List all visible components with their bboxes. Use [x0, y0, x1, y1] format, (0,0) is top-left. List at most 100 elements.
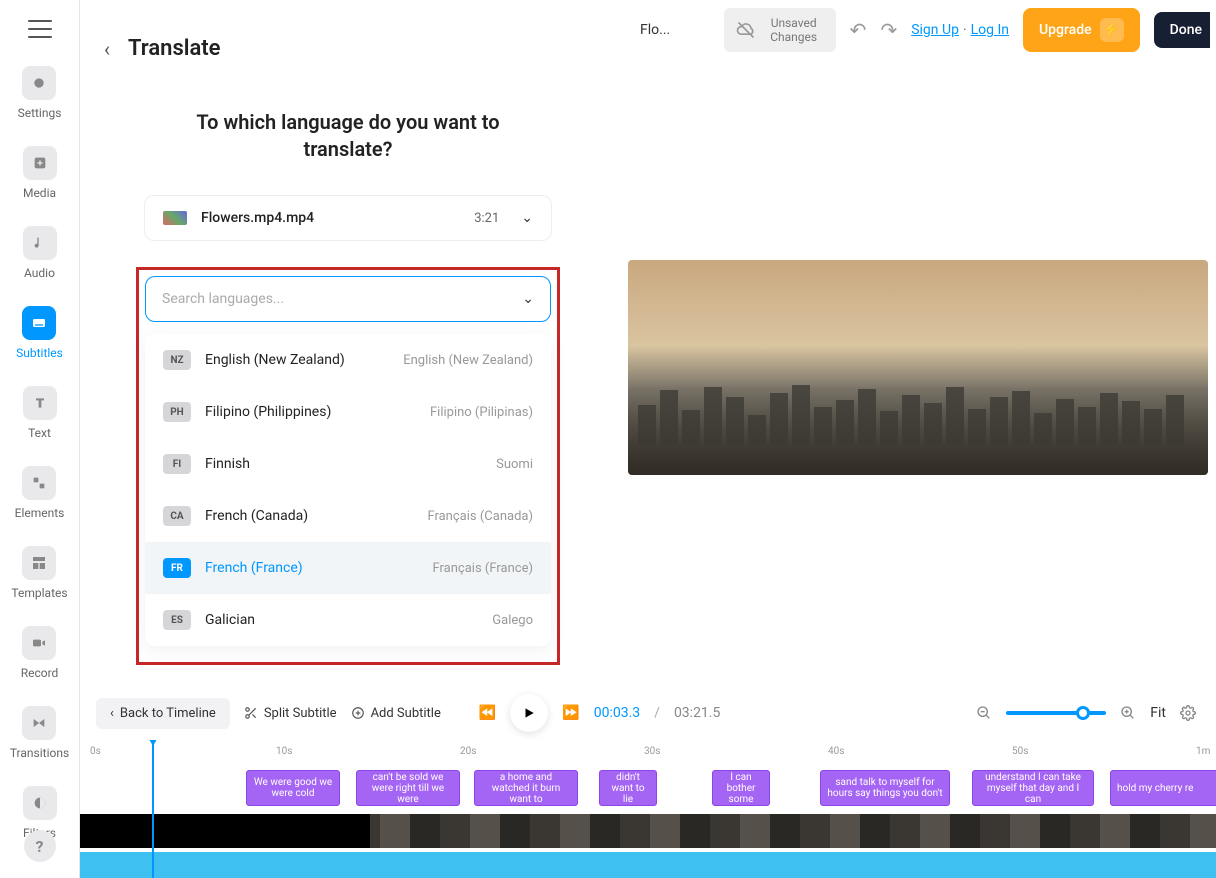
- video-track[interactable]: [80, 814, 1216, 848]
- bolt-icon: ⚡: [1100, 18, 1124, 42]
- language-option-selected[interactable]: FR French (France) Français (France): [145, 542, 551, 594]
- language-option[interactable]: PH Filipino (Philippines) Filipino (Pili…: [145, 386, 551, 438]
- sidebar-label: Text: [28, 426, 51, 440]
- elements-icon: [22, 466, 56, 500]
- fit-button[interactable]: Fit: [1150, 705, 1166, 721]
- sidebar-item-settings[interactable]: Settings: [18, 66, 62, 120]
- settings-gear-icon[interactable]: [1180, 705, 1196, 721]
- transitions-icon: [22, 706, 56, 740]
- language-option[interactable]: NZ English (New Zealand) English (New Ze…: [145, 334, 551, 386]
- ruler-tick: 30s: [644, 746, 660, 757]
- language-native: Filipino (Pilipinas): [430, 405, 533, 420]
- subtitle-clip[interactable]: sand talk to myself for hours say things…: [820, 770, 950, 806]
- auth-links: Sign Up·Log In: [911, 22, 1009, 38]
- timeline[interactable]: 0s 10s 20s 30s 40s 50s 1m We were good w…: [80, 740, 1216, 878]
- split-subtitle-button[interactable]: Split Subtitle: [244, 706, 337, 721]
- subtitle-clip[interactable]: understand I can take myself that day an…: [972, 770, 1094, 806]
- back-to-timeline-button[interactable]: ‹Back to Timeline: [96, 698, 230, 729]
- language-name: Finnish: [205, 456, 496, 472]
- subtitle-clip[interactable]: We were good we were cold: [246, 770, 340, 806]
- upgrade-label: Upgrade: [1039, 22, 1092, 38]
- settings-icon: [22, 66, 56, 100]
- language-option[interactable]: ES Galician Galego: [145, 594, 551, 646]
- country-badge: CA: [163, 506, 191, 526]
- sidebar-item-record[interactable]: Record: [21, 626, 59, 680]
- text-icon: [23, 386, 57, 420]
- signup-link[interactable]: Sign Up: [911, 22, 959, 38]
- playhead[interactable]: [152, 740, 154, 878]
- total-time: 03:21.5: [674, 705, 720, 721]
- language-option[interactable]: CA French (Canada) Français (Canada): [145, 490, 551, 542]
- language-native: Français (Canada): [427, 509, 533, 524]
- save-status: Unsaved Changes: [724, 8, 836, 53]
- audio-icon: [23, 226, 57, 260]
- subtitle-track[interactable]: We were good we were cold can't be sold w…: [80, 770, 1216, 808]
- language-name: English (New Zealand): [205, 352, 403, 368]
- help-button[interactable]: ?: [24, 830, 56, 862]
- add-subtitle-button[interactable]: Add Subtitle: [351, 706, 441, 721]
- language-native: Suomi: [496, 457, 533, 472]
- forward-button[interactable]: ⏩: [562, 705, 579, 721]
- hamburger-icon[interactable]: [28, 20, 52, 38]
- file-thumbnail: [163, 211, 187, 225]
- login-link[interactable]: Log In: [971, 22, 1009, 38]
- sidebar-label: Settings: [18, 106, 62, 120]
- language-native: English (New Zealand): [403, 353, 533, 368]
- undo-button[interactable]: ↶: [850, 18, 867, 42]
- project-name[interactable]: Flo...: [640, 22, 670, 38]
- panel-title: Translate: [128, 36, 221, 61]
- sidebar-label: Templates: [11, 586, 67, 600]
- translate-panel: ‹ Translate To which language do you wan…: [80, 0, 616, 682]
- search-input[interactable]: [162, 291, 522, 307]
- record-icon: [22, 626, 56, 660]
- back-icon[interactable]: ‹: [104, 37, 110, 61]
- language-option[interactable]: FI Finnish Suomi: [145, 438, 551, 490]
- sidebar-item-templates[interactable]: Templates: [11, 546, 67, 600]
- upgrade-button[interactable]: Upgrade ⚡: [1023, 8, 1140, 52]
- file-selector[interactable]: Flowers.mp4.mp4 3:21 ⌄: [144, 195, 552, 241]
- language-name: French (Canada): [205, 508, 427, 524]
- zoom-slider[interactable]: [1006, 711, 1106, 715]
- subtitle-clip[interactable]: didn't want to lie: [599, 770, 657, 806]
- language-name: Filipino (Philippines): [205, 404, 430, 420]
- zoom-in-button[interactable]: [1120, 705, 1136, 721]
- top-bar: Flo... Unsaved Changes ↶ ↷ Sign Up·Log I…: [616, 0, 1216, 60]
- file-name: Flowers.mp4.mp4: [201, 210, 460, 226]
- sidebar-label: Transitions: [10, 746, 69, 760]
- country-badge: FI: [163, 454, 191, 474]
- file-duration: 3:21: [474, 211, 499, 226]
- sidebar-label: Record: [21, 666, 59, 680]
- subtitle-clip[interactable]: can't be sold we were right till we were: [356, 770, 460, 806]
- sidebar-item-subtitles[interactable]: Subtitles: [16, 306, 63, 360]
- time-separator: /: [654, 705, 660, 721]
- language-native: Galego: [492, 613, 533, 628]
- sidebar-item-text[interactable]: Text: [23, 386, 57, 440]
- redo-button[interactable]: ↷: [880, 18, 897, 42]
- done-button[interactable]: Done: [1154, 12, 1210, 48]
- country-badge: FR: [163, 558, 191, 578]
- play-button[interactable]: [510, 694, 548, 732]
- sidebar-item-elements[interactable]: Elements: [15, 466, 65, 520]
- ruler-tick: 1m: [1196, 746, 1210, 757]
- sidebar-item-audio[interactable]: Audio: [23, 226, 57, 280]
- subtitle-clip[interactable]: hold my cherry re: [1110, 770, 1216, 806]
- sidebar-item-transitions[interactable]: Transitions: [10, 706, 69, 760]
- subtitle-clip[interactable]: a home and watched it burn want to: [474, 770, 578, 806]
- zoom-out-button[interactable]: [976, 705, 992, 721]
- save-status-text: Unsaved Changes: [764, 16, 824, 45]
- audio-track[interactable]: [80, 852, 1216, 878]
- sidebar-item-media[interactable]: Media: [23, 146, 57, 200]
- language-native: Français (France): [433, 561, 534, 576]
- chevron-down-icon: ⌄: [522, 291, 534, 307]
- language-search[interactable]: ⌄: [145, 276, 551, 322]
- rewind-button[interactable]: ⏪: [479, 705, 496, 721]
- language-name: Galician: [205, 612, 492, 628]
- timeline-ruler[interactable]: 0s 10s 20s 30s 40s 50s 1m: [80, 740, 1216, 768]
- video-preview[interactable]: [628, 260, 1208, 475]
- language-name: French (France): [205, 560, 433, 576]
- country-badge: ES: [163, 610, 191, 630]
- language-picker-highlight: ⌄ NZ English (New Zealand) English (New …: [136, 267, 560, 665]
- subtitle-clip[interactable]: I can bother some: [712, 770, 770, 806]
- translate-prompt: To which language do you want to transla…: [164, 109, 532, 163]
- media-icon: [23, 146, 57, 180]
